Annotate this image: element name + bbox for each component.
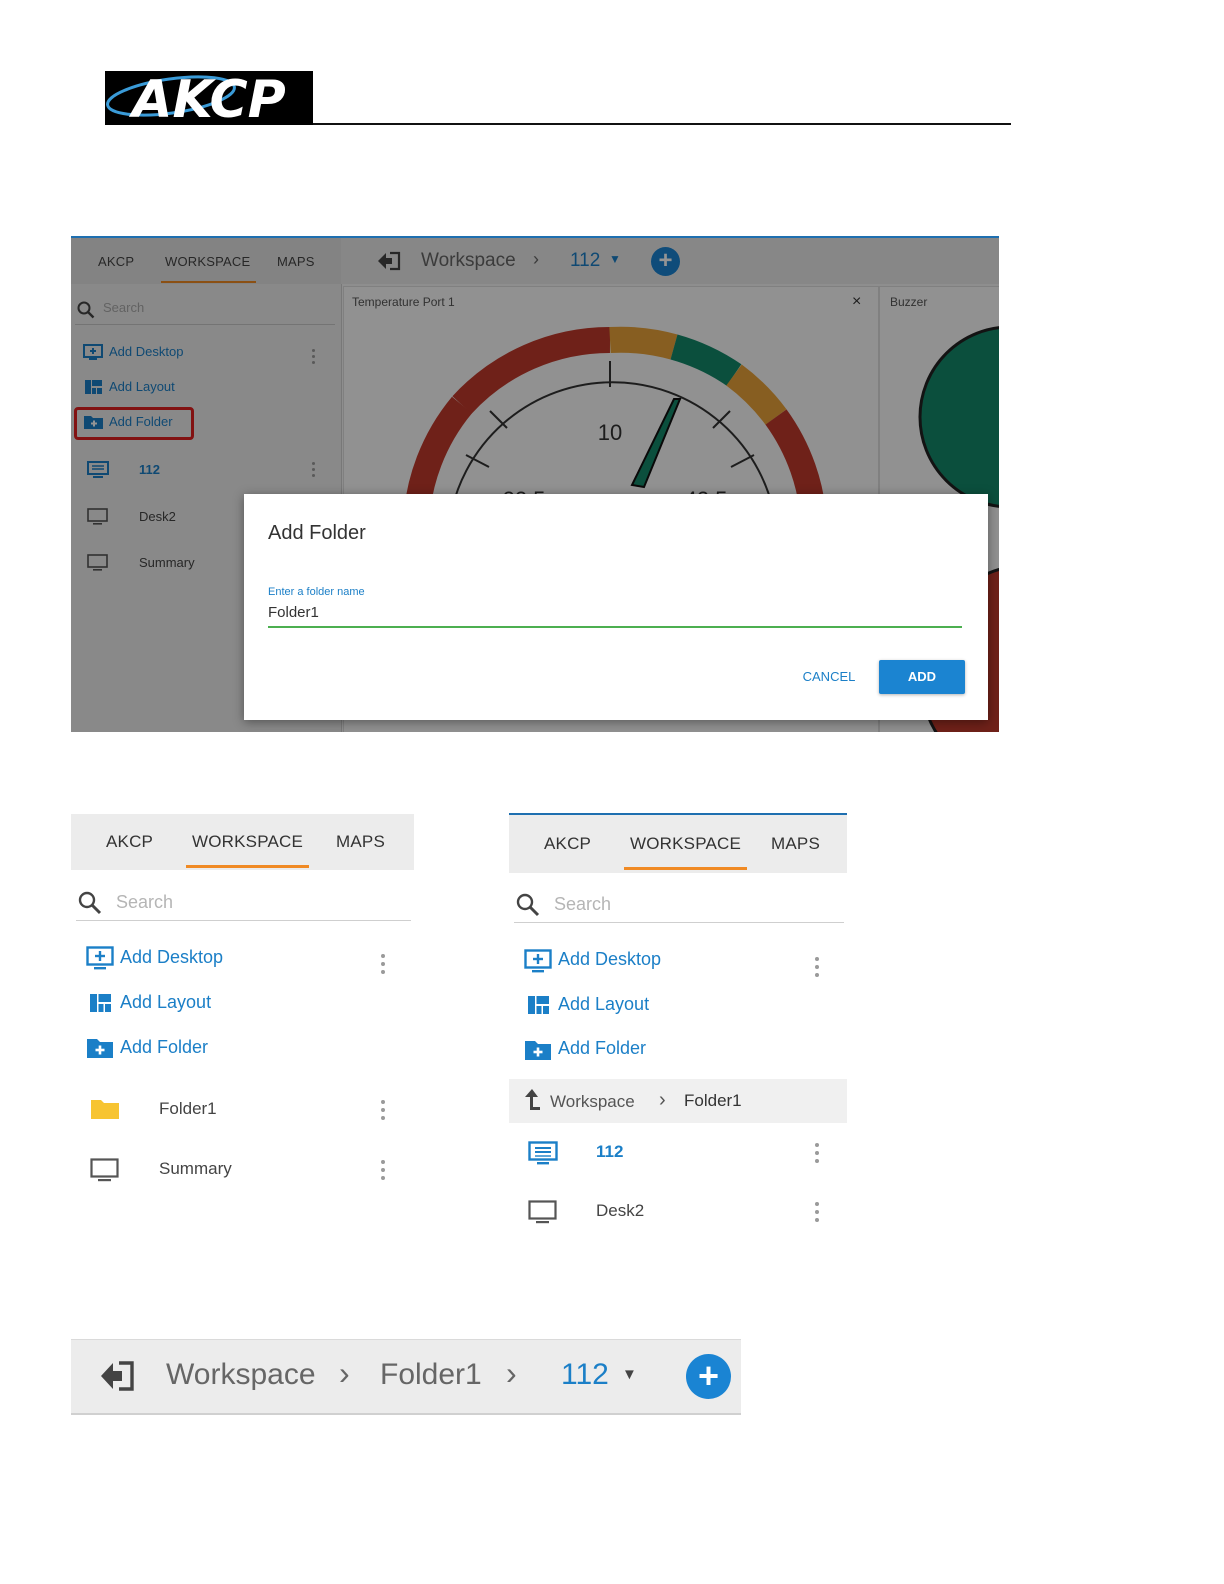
add-folder-button[interactable]: Add Folder [120,1037,208,1058]
add-folder-button[interactable]: Add Folder [558,1038,646,1059]
monitor-icon [528,1200,557,1224]
add-widget-button[interactable]: + [686,1354,731,1399]
akcp-logo: AKCP [105,71,313,125]
breadcrumb-root[interactable]: Workspace [166,1358,316,1392]
desktop-item-summary[interactable]: Summary [159,1159,232,1179]
add-desktop-icon [524,949,552,973]
tab-workspace[interactable]: WORKSPACE [185,832,310,868]
tab-maps[interactable]: MAPS [336,832,385,852]
header-rule [313,123,1011,125]
exit-icon[interactable] [99,1360,135,1392]
logo-text: AKCP [128,71,286,125]
add-desktop-icon [86,946,114,970]
add-layout-icon [90,994,111,1012]
monitor-icon [90,1158,119,1182]
tab-akcp[interactable]: AKCP [106,832,153,852]
cancel-button[interactable]: CANCEL [789,669,869,684]
chevron-right-icon: › [339,1355,350,1391]
more-options-icon[interactable] [381,1160,385,1184]
desktop-item-112[interactable]: 112 [596,1142,623,1162]
sidebar-with-folder: AKCP WORKSPACE MAPS Search Add Desktop A… [71,814,414,1204]
add-button[interactable]: ADD [879,660,965,694]
add-layout-icon [528,996,549,1014]
workspace-breadcrumb-bar: Workspace › Folder1 › 112 ▼ + [71,1339,741,1415]
search-input[interactable]: Search [76,888,411,921]
search-icon [78,891,102,915]
search-icon [516,893,540,917]
dialog-title: Add Folder [268,522,366,544]
sidebar-inside-folder: AKCP WORKSPACE MAPS Search Add Desktop A… [509,813,847,1235]
search-placeholder: Search [554,894,612,914]
more-options-icon[interactable] [815,1202,819,1226]
folder-item-folder1[interactable]: Folder1 [159,1099,217,1119]
add-desktop-button[interactable]: Add Desktop [120,947,223,968]
tab-akcp[interactable]: AKCP [544,834,591,854]
more-options-icon[interactable] [381,1100,385,1124]
sidebar-tabs: AKCP WORKSPACE MAPS [509,815,847,873]
chevron-right-icon: › [659,1089,666,1111]
search-input[interactable]: Search [514,890,844,923]
folder-breadcrumb: Workspace › Folder1 [509,1079,847,1123]
breadcrumb-root[interactable]: Workspace [550,1092,635,1112]
breadcrumb-folder[interactable]: Folder1 [380,1358,482,1392]
folder-name-label: Enter a folder name [268,586,365,598]
more-options-icon[interactable] [815,1143,819,1167]
desktop-list-icon [528,1141,558,1165]
level-up-icon[interactable] [523,1088,541,1112]
folder-icon [91,1100,119,1119]
add-desktop-button[interactable]: Add Desktop [558,949,661,970]
add-layout-button[interactable]: Add Layout [558,994,649,1015]
caret-down-icon[interactable]: ▼ [622,1366,637,1383]
add-folder-icon [87,1039,113,1058]
add-folder-dialog: Add Folder Enter a folder name Folder1 C… [244,494,988,720]
desktop-item-desk2[interactable]: Desk2 [596,1201,644,1221]
add-folder-icon [525,1041,551,1060]
screenshot-add-folder-dialog: AKCP WORKSPACE MAPS Search Add Desktop A… [71,236,999,732]
breadcrumb-current[interactable]: Folder1 [684,1091,742,1111]
breadcrumb-current[interactable]: 112 [561,1358,609,1392]
more-options-icon[interactable] [381,954,385,978]
folder-name-input[interactable]: Folder1 [268,604,962,628]
add-layout-button[interactable]: Add Layout [120,992,211,1013]
search-placeholder: Search [116,892,174,912]
more-options-icon[interactable] [815,957,819,981]
tab-maps[interactable]: MAPS [771,834,820,854]
sidebar-tabs: AKCP WORKSPACE MAPS [71,814,414,870]
tab-workspace[interactable]: WORKSPACE [623,834,748,870]
chevron-right-icon: › [506,1355,517,1391]
